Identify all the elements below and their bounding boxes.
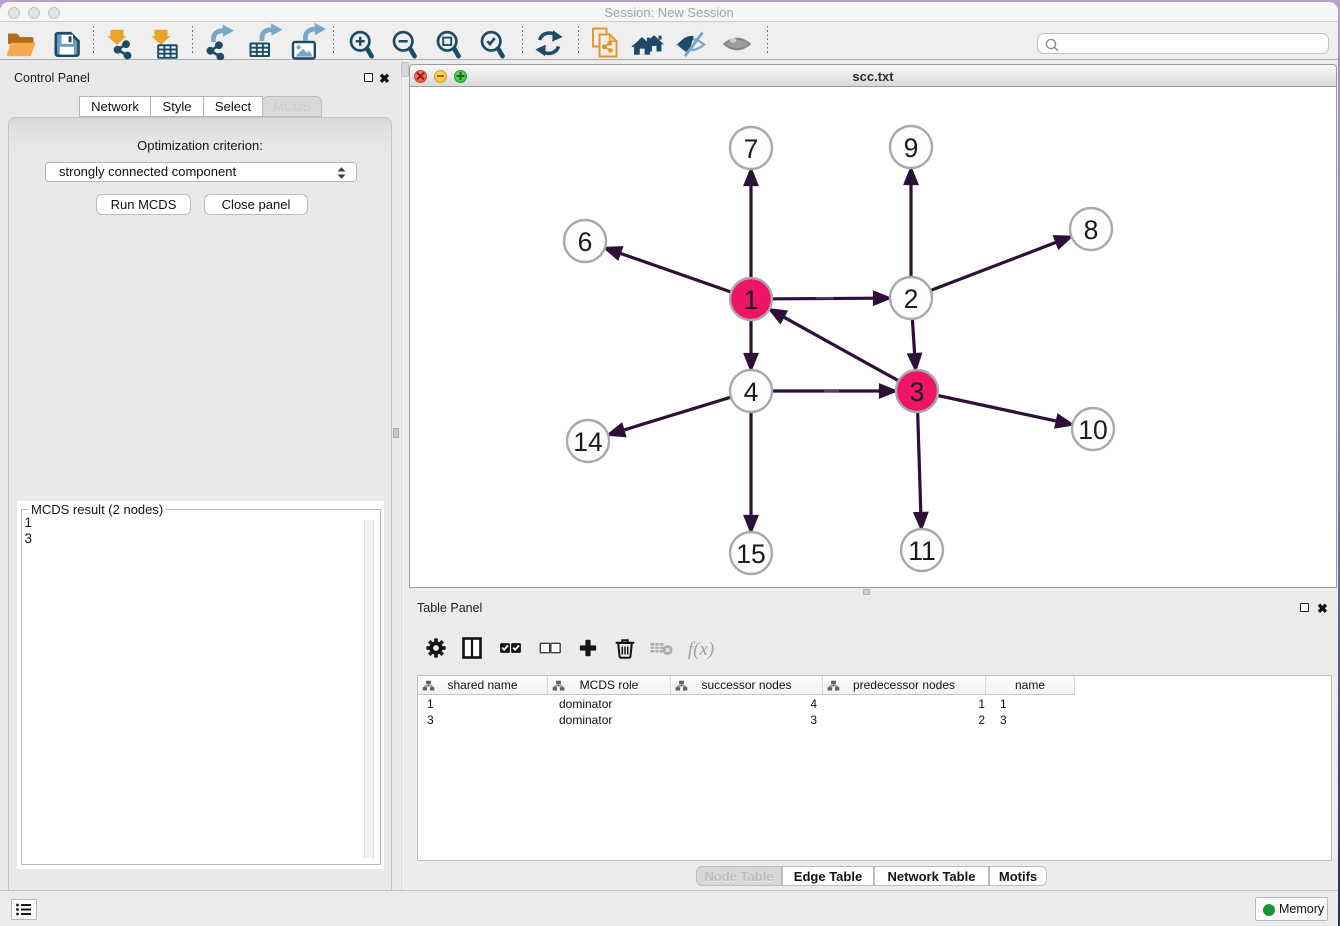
svg-text:2: 2: [904, 284, 919, 314]
svg-text:7: 7: [744, 134, 759, 164]
svg-text:f(x): f(x): [688, 639, 714, 660]
svg-text:14: 14: [573, 427, 602, 457]
svg-text:3: 3: [910, 377, 925, 407]
svg-text:1: 1: [744, 285, 759, 315]
svg-text:8: 8: [1084, 215, 1099, 245]
svg-text:11: 11: [908, 536, 936, 566]
svg-text:9: 9: [904, 133, 919, 163]
svg-text:4: 4: [744, 377, 759, 407]
svg-text:15: 15: [736, 539, 765, 569]
svg-text:6: 6: [578, 227, 593, 257]
svg-text:10: 10: [1078, 415, 1107, 445]
